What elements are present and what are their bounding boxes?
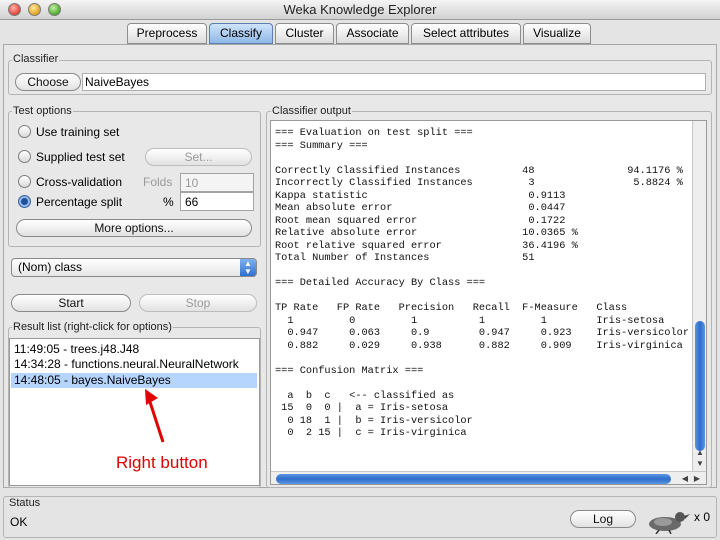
output-line: 15 0 0 | a = Iris-setosa xyxy=(275,402,449,414)
output-line: === Detailed Accuracy By Class === xyxy=(275,277,486,289)
output-line: Relative absolute error 10.0365 % xyxy=(275,227,578,239)
status-text: OK xyxy=(10,515,28,529)
result-item-neuralnetwork[interactable]: 14:34:28 - functions.neural.NeuralNetwor… xyxy=(11,357,257,372)
tab-preprocess[interactable]: Preprocess xyxy=(127,23,207,44)
scroll-right-arrow-icon[interactable]: ▶ xyxy=(691,473,703,484)
output-vertical-scrollbar[interactable]: ▲ ▼ xyxy=(692,121,706,471)
percent-symbol-label: % xyxy=(163,195,174,209)
choose-button[interactable]: Choose xyxy=(15,73,81,91)
output-line: 0 2 15 | c = Iris-virginica xyxy=(275,427,467,439)
percentage-split-field[interactable]: 66 xyxy=(180,192,254,211)
output-line: 1 0 1 1 1 Iris-setosa xyxy=(275,314,665,327)
start-button[interactable]: Start xyxy=(11,294,131,312)
classifier-name-field[interactable]: NaiveBayes xyxy=(82,73,706,91)
output-line: Kappa statistic 0.9113 xyxy=(275,189,566,202)
scroll-down-arrow-icon[interactable]: ▼ xyxy=(694,458,706,469)
test-options-label: Test options xyxy=(12,105,73,117)
classifier-output-text: === Evaluation on test split === === Summ… xyxy=(275,127,688,469)
output-line: Incorrectly Classified Instances 3 5.882… xyxy=(275,177,683,189)
result-item-j48[interactable]: 11:49:05 - trees.j48.J48 xyxy=(11,342,257,357)
output-line: Root relative squared error 36.4196 % xyxy=(275,239,578,252)
red-arrow xyxy=(145,389,165,443)
cross-validation-label: Cross-validation xyxy=(36,175,123,189)
output-vertical-scroll-thumb[interactable] xyxy=(695,321,705,451)
output-line: === Summary === xyxy=(275,139,368,152)
task-count: x 0 xyxy=(694,510,711,524)
output-line: === Evaluation on test split === xyxy=(275,127,473,139)
tab-visualize[interactable]: Visualize xyxy=(523,23,591,44)
output-line: TP Rate FP Rate Precision Recall F-Measu… xyxy=(275,302,628,314)
result-list-label: Result list (right-click for options) xyxy=(12,321,173,333)
result-item-naivebayes[interactable]: 14:48:05 - bayes.NaiveBayes xyxy=(11,373,257,388)
output-line: Root mean squared error 0.1722 xyxy=(275,214,566,227)
tab-associate[interactable]: Associate xyxy=(336,23,409,44)
class-attribute-select[interactable]: (Nom) class ▲ ▼ xyxy=(11,258,257,277)
output-horizontal-scroll-thumb[interactable] xyxy=(276,474,671,484)
classifier-output-area[interactable]: === Evaluation on test split === === Summ… xyxy=(270,120,707,485)
scroll-up-arrow-icon[interactable]: ▲ xyxy=(694,447,706,458)
output-line: a b c <-- classified as xyxy=(275,389,455,402)
set-button[interactable]: Set... xyxy=(145,148,252,166)
use-training-set-radio[interactable] xyxy=(18,125,31,138)
more-options-button[interactable]: More options... xyxy=(16,219,252,237)
output-horizontal-scrollbar[interactable]: ◀ ▶ xyxy=(271,471,706,484)
cross-validation-radio[interactable] xyxy=(18,175,31,188)
percentage-split-label: Percentage split xyxy=(36,195,123,209)
tab-classify[interactable]: Classify xyxy=(209,23,273,44)
window-title: Weka Knowledge Explorer xyxy=(283,2,437,17)
tab-cluster[interactable]: Cluster xyxy=(275,23,334,44)
output-line: 0.947 0.063 0.9 0.947 0.923 Iris-versico… xyxy=(275,327,688,339)
supplied-test-set-radio[interactable] xyxy=(18,150,31,163)
title-bar: Weka Knowledge Explorer xyxy=(0,0,720,20)
classifier-group-label: Classifier xyxy=(12,53,60,65)
class-attribute-value: (Nom) class xyxy=(18,260,83,274)
folds-field[interactable]: 10 xyxy=(180,173,254,192)
output-line: 0 18 1 | b = Iris-versicolor xyxy=(275,414,473,427)
scroll-left-arrow-icon[interactable]: ◀ xyxy=(679,473,691,484)
classifier-output-label: Classifier output xyxy=(271,105,352,117)
output-line: Total Number of Instances 51 xyxy=(275,252,535,264)
output-line: 0.882 0.029 0.938 0.882 0.909 Iris-virgi… xyxy=(275,339,683,352)
output-line: === Confusion Matrix === xyxy=(275,364,424,377)
output-line: Correctly Classified Instances 48 94.117… xyxy=(275,164,683,177)
stop-button[interactable]: Stop xyxy=(139,294,257,312)
tab-bar: Preprocess Classify Cluster Associate Se… xyxy=(0,21,720,45)
tab-select-attributes[interactable]: Select attributes xyxy=(411,23,521,44)
use-training-set-label: Use training set xyxy=(36,125,120,139)
right-button-annotation: Right button xyxy=(116,453,208,472)
output-line: Mean absolute error 0.0447 xyxy=(275,202,566,214)
status-label: Status xyxy=(8,497,42,509)
folds-label: Folds xyxy=(143,175,173,189)
weka-bird-icon[interactable] xyxy=(645,508,691,534)
log-button[interactable]: Log xyxy=(570,510,636,528)
select-arrows-icon: ▲ ▼ xyxy=(240,259,256,276)
percentage-split-radio[interactable] xyxy=(18,195,31,208)
supplied-test-set-label: Supplied test set xyxy=(36,150,125,164)
